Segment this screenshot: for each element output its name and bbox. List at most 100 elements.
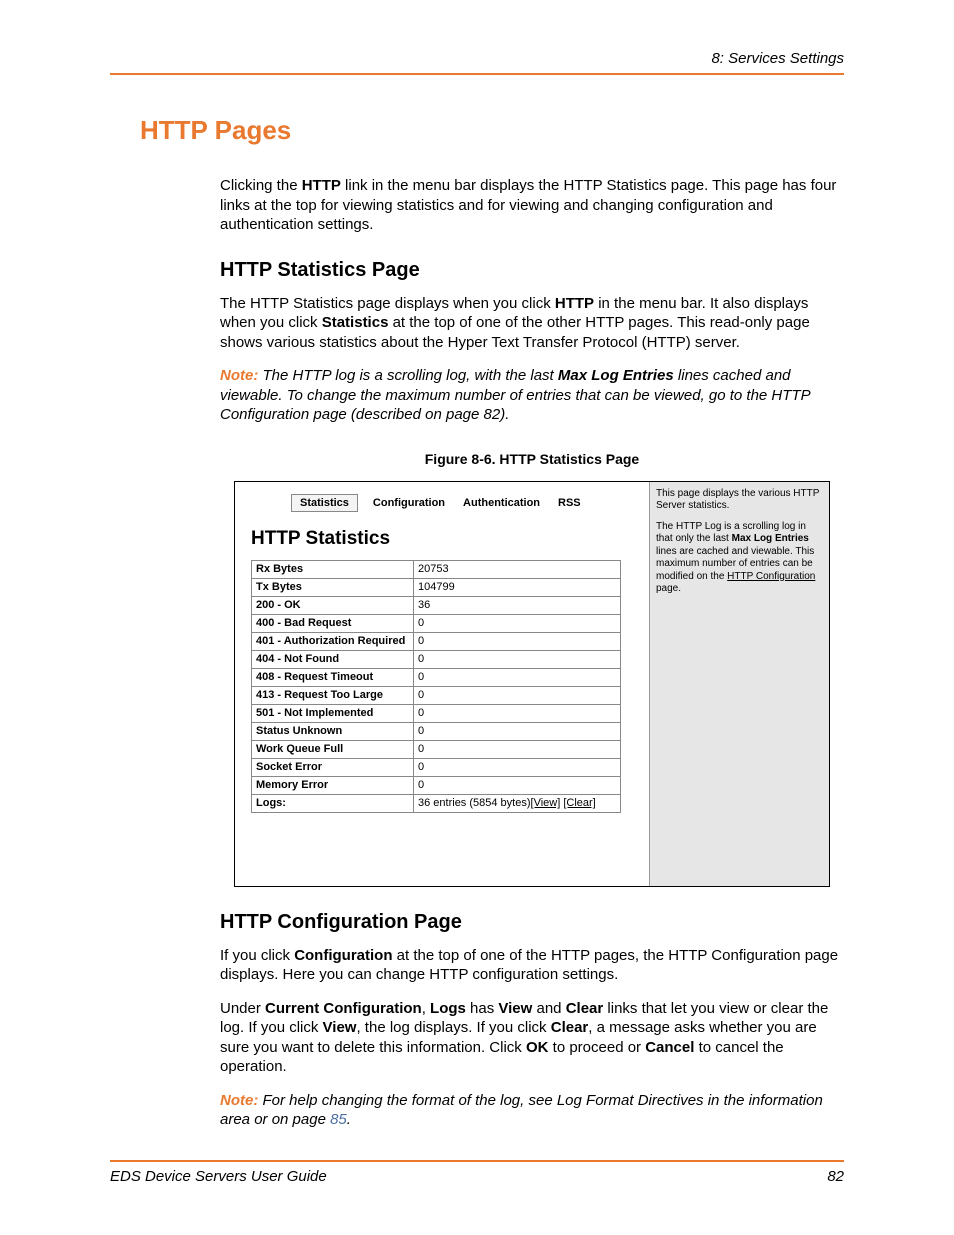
figure-screenshot: Statistics Configuration Authentication … — [234, 481, 830, 887]
text: , the log displays. If you click — [356, 1019, 550, 1036]
config-para-2: Under Current Configuration, Logs has Vi… — [220, 999, 844, 1077]
section-heading-config: HTTP Configuration Page — [220, 911, 844, 934]
bold-text: Clear — [551, 1019, 589, 1036]
stats-table: Rx Bytes20753Tx Bytes104799200 - OK36400… — [251, 560, 621, 813]
stat-value: 0 — [414, 668, 621, 686]
footer-page-number: 82 — [827, 1168, 844, 1185]
stat-key: 413 - Request Too Large — [252, 686, 414, 704]
table-row: 413 - Request Too Large0 — [252, 686, 621, 704]
text: Clicking the — [220, 177, 302, 194]
bold-text: Logs — [430, 1000, 466, 1017]
table-row: 401 - Authorization Required0 — [252, 632, 621, 650]
text: has — [466, 1000, 499, 1017]
text: The HTTP log is a scrolling log, with th… — [258, 367, 558, 384]
bold-text: OK — [526, 1039, 549, 1056]
bold-text: View — [323, 1019, 357, 1036]
tab-authentication[interactable]: Authentication — [454, 494, 549, 512]
table-row: Socket Error0 — [252, 758, 621, 776]
stat-value: 0 — [414, 758, 621, 776]
table-row: 501 - Not Implemented0 — [252, 704, 621, 722]
stat-key: Memory Error — [252, 776, 414, 794]
stat-value: 36 — [414, 596, 621, 614]
bold-text: Current Configuration — [265, 1000, 422, 1017]
table-row: Status Unknown0 — [252, 722, 621, 740]
intro-para: Clicking the HTTP link in the menu bar d… — [220, 176, 844, 235]
stat-value: 20753 — [414, 560, 621, 578]
stat-key: 200 - OK — [252, 596, 414, 614]
stat-value: 0 — [414, 722, 621, 740]
stat-key: 404 - Not Found — [252, 650, 414, 668]
stat-value: 0 — [414, 776, 621, 794]
stat-key: Work Queue Full — [252, 740, 414, 758]
table-row-logs: Logs: 36 entries (5854 bytes)[View] [Clea… — [252, 794, 621, 812]
table-row: 404 - Not Found0 — [252, 650, 621, 668]
stat-value: 0 — [414, 632, 621, 650]
stat-key: Socket Error — [252, 758, 414, 776]
stat-key: 401 - Authorization Required — [252, 632, 414, 650]
config-para-1: If you click Configuration at the top of… — [220, 946, 844, 985]
bold-text: Configuration — [294, 947, 392, 964]
screenshot-main: Statistics Configuration Authentication … — [235, 482, 649, 886]
running-header: 8: Services Settings — [110, 50, 844, 73]
table-row: 408 - Request Timeout0 — [252, 668, 621, 686]
stat-value: 0 — [414, 686, 621, 704]
page-title-h1: HTTP Pages — [140, 115, 844, 146]
text: to proceed or — [548, 1039, 645, 1056]
table-row: Rx Bytes20753 — [252, 560, 621, 578]
bold-text: Statistics — [322, 314, 389, 331]
text: If you click — [220, 947, 294, 964]
side-text-2: The HTTP Log is a scrolling log in that … — [656, 521, 823, 596]
table-row: 400 - Bad Request0 — [252, 614, 621, 632]
bold-text: HTTP — [302, 177, 341, 194]
tab-statistics[interactable]: Statistics — [291, 494, 358, 512]
stat-key: 400 - Bad Request — [252, 614, 414, 632]
table-row: Tx Bytes104799 — [252, 578, 621, 596]
logs-clear-link[interactable]: [Clear] — [563, 797, 595, 809]
screenshot-sidebar: This page displays the various HTTP Serv… — [649, 482, 829, 886]
stat-key: Status Unknown — [252, 722, 414, 740]
footer-title: EDS Device Servers User Guide — [110, 1168, 327, 1185]
page-ref-link[interactable]: 85 — [330, 1111, 347, 1128]
table-row: 200 - OK36 — [252, 596, 621, 614]
side-text-1: This page displays the various HTTP Serv… — [656, 488, 823, 513]
link-http-configuration[interactable]: HTTP Configuration — [727, 571, 815, 582]
tab-rss[interactable]: RSS — [549, 494, 590, 512]
tab-configuration[interactable]: Configuration — [364, 494, 454, 512]
text: The HTTP Statistics page displays when y… — [220, 295, 555, 312]
stat-key: Rx Bytes — [252, 560, 414, 578]
page-footer: EDS Device Servers User Guide 82 — [110, 1160, 844, 1185]
logs-label: Logs: — [252, 794, 414, 812]
bold-text: HTTP — [555, 295, 594, 312]
section-heading-stats: HTTP Statistics Page — [220, 259, 844, 282]
screenshot-heading: HTTP Statistics — [251, 528, 633, 550]
text: page. — [656, 583, 681, 594]
text: For help changing the format of the log,… — [220, 1092, 823, 1129]
table-row: Memory Error0 — [252, 776, 621, 794]
table-row: Work Queue Full0 — [252, 740, 621, 758]
text: and — [532, 1000, 565, 1017]
bold-text: View — [498, 1000, 532, 1017]
logs-view-link[interactable]: [View] — [531, 797, 561, 809]
stat-value: 0 — [414, 740, 621, 758]
stat-value: 0 — [414, 704, 621, 722]
bold-text: Clear — [566, 1000, 604, 1017]
note-label: Note: — [220, 367, 258, 384]
bold-text: Max Log Entries — [732, 533, 809, 544]
stat-value: 0 — [414, 650, 621, 668]
bold-text: Max Log Entries — [558, 367, 674, 384]
bold-text: Cancel — [645, 1039, 694, 1056]
stat-value: 104799 — [414, 578, 621, 596]
note-label: Note: — [220, 1092, 258, 1109]
stat-key: Tx Bytes — [252, 578, 414, 596]
text: Under — [220, 1000, 265, 1017]
text: , — [422, 1000, 430, 1017]
screenshot-tabbar: Statistics Configuration Authentication … — [291, 494, 633, 512]
stat-key: 408 - Request Timeout — [252, 668, 414, 686]
footer-rule — [110, 1160, 844, 1162]
text: . — [347, 1111, 351, 1128]
config-note: Note: For help changing the format of th… — [220, 1091, 844, 1130]
header-rule — [110, 73, 844, 75]
stats-para-1: The HTTP Statistics page displays when y… — [220, 294, 844, 353]
logs-entries-text: 36 entries (5854 bytes) — [418, 797, 531, 809]
figure-caption: Figure 8-6. HTTP Statistics Page — [220, 451, 844, 467]
